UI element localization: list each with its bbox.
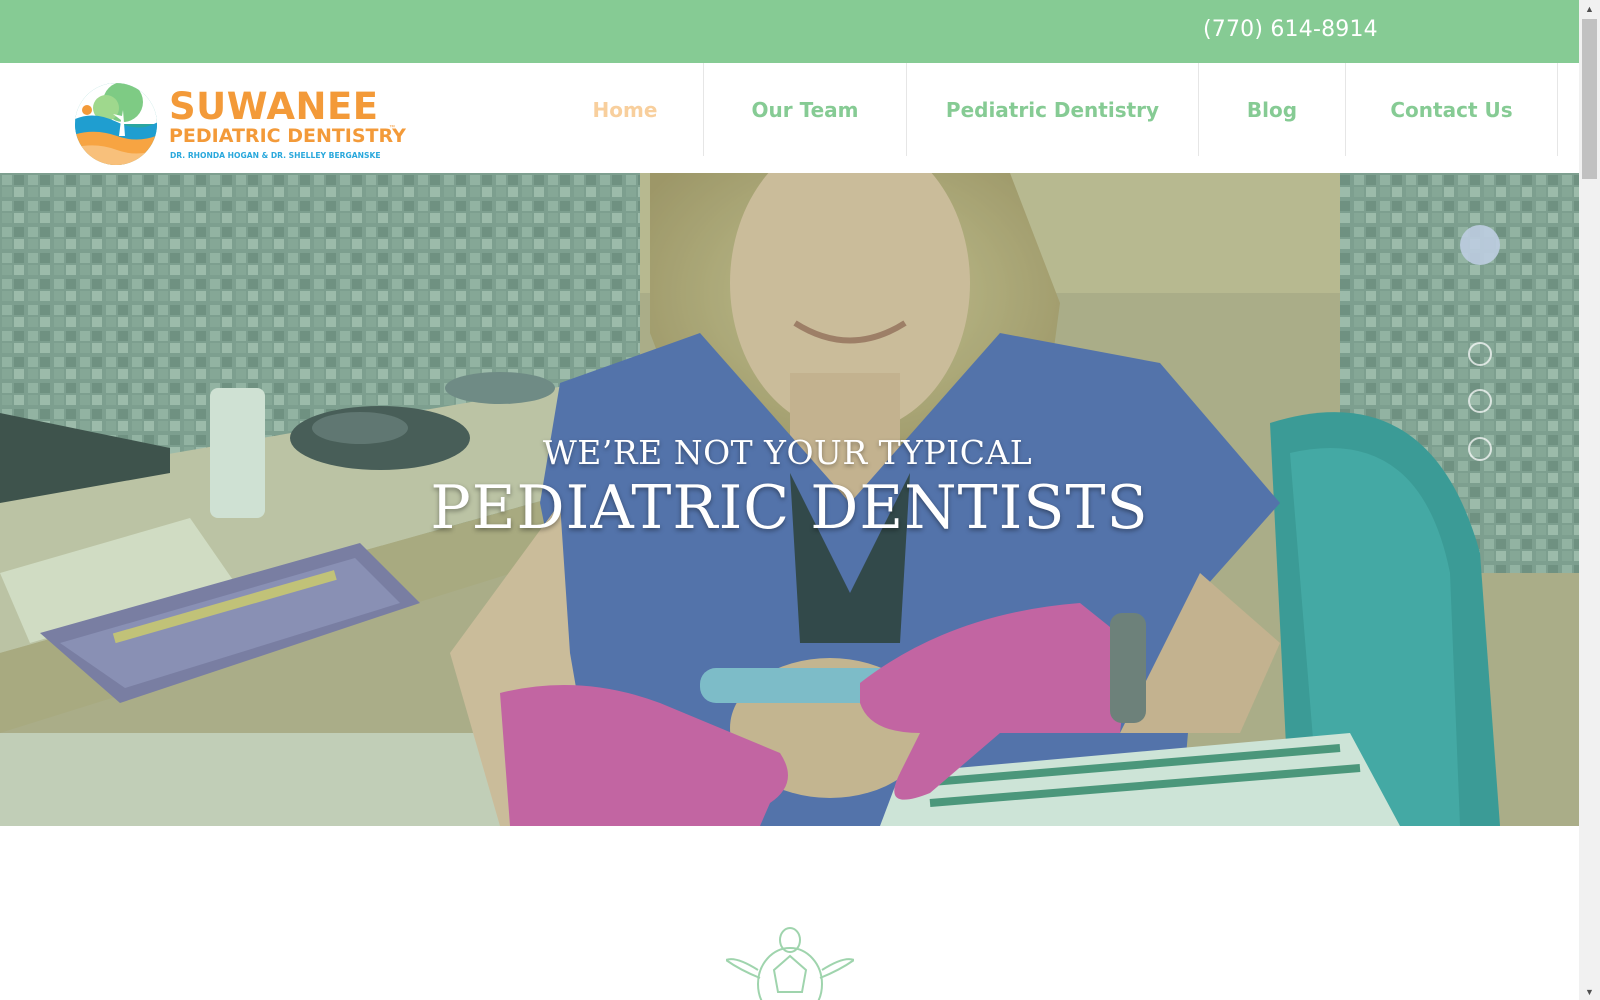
site-logo[interactable]: SUWANEE PEDIATRIC DENTISTRY ™ DR. RHONDA… [73,80,406,166]
logo-doctors: DR. RHONDA HOGAN & DR. SHELLEY BERGANSKE [170,151,381,160]
slider-dot-3[interactable] [1468,389,1492,413]
hero-heading-line1: WE’RE NOT YOUR TYPICAL [0,433,1579,472]
nav-item-label: Our Team [751,97,859,122]
nav-item-label: Blog [1246,97,1298,122]
logo-emblem-icon [75,83,157,165]
slider-pagination [1460,225,1500,461]
hero-slider[interactable]: WE’RE NOT YOUR TYPICAL PEDIATRIC DENTIST… [0,173,1579,826]
phone-link[interactable]: (770) 614-8914 [1203,17,1378,42]
logo-title: SUWANEE [169,85,379,128]
scroll-down-arrow-icon[interactable]: ▼ [1579,983,1600,1000]
nav-item-label: Pediatric Dentistry [945,97,1160,122]
nav-item-blog[interactable]: Blog [1199,63,1346,156]
turtle-icon [726,927,854,1000]
nav-item-label: Home [592,97,658,122]
hero-heading-line2: PEDIATRIC DENTISTS [430,473,1149,543]
nav-item-label: Contact Us [1390,97,1513,122]
nav-item-pediatric-dentistry[interactable]: Pediatric Dentistry [907,63,1199,156]
page: (770) 614-8914 SUWANEE PEDIATRIC DENTIST… [0,0,1579,1000]
top-bar: (770) 614-8914 [0,0,1579,63]
slider-dot-1[interactable] [1460,225,1500,265]
logo-subtitle: PEDIATRIC DENTISTRY [169,125,406,147]
slider-dot-2[interactable] [1468,342,1492,366]
scrollbar-thumb[interactable] [1582,19,1597,179]
nav-item-our-team[interactable]: Our Team [704,63,907,156]
page-scrollbar[interactable]: ▲ ▼ [1579,0,1600,1000]
nav-item-contact-us[interactable]: Contact Us [1346,63,1558,156]
site-header: SUWANEE PEDIATRIC DENTISTRY ™ DR. RHONDA… [0,63,1579,173]
slider-dot-4[interactable] [1468,437,1492,461]
hero-heading-line1-text: WE’RE NOT YOUR TYPICAL [542,433,1033,472]
nav-item-home[interactable]: Home [547,63,704,156]
logo-trademark: ™ [389,125,395,131]
scroll-up-arrow-icon[interactable]: ▲ [1579,0,1600,17]
